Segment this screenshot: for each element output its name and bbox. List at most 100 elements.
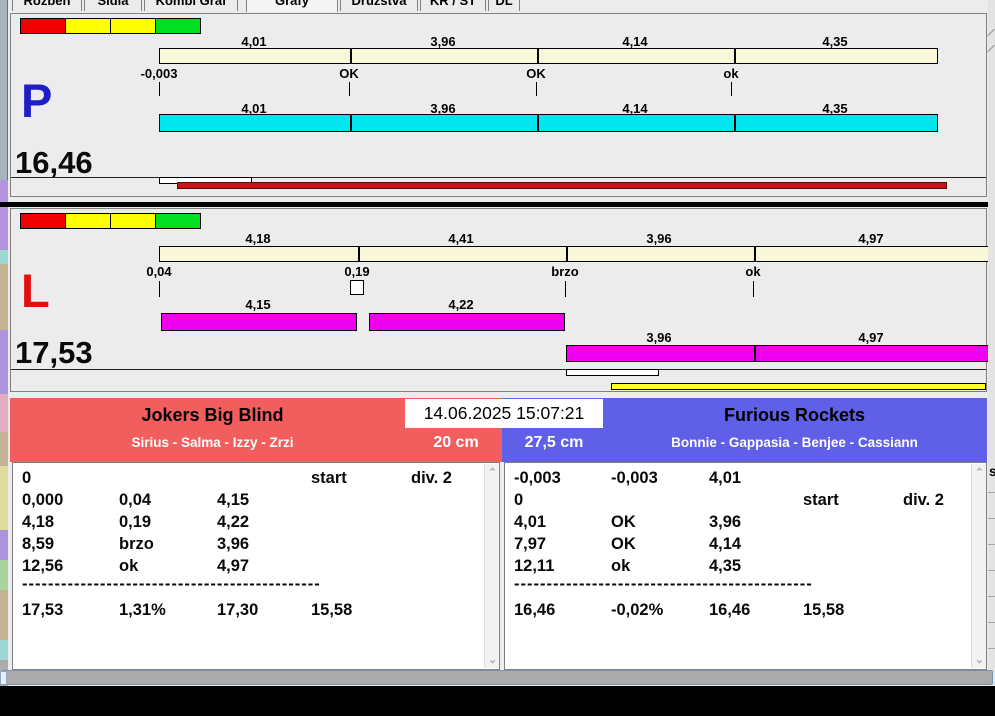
scroll-down-icon[interactable]: ⌄ — [485, 653, 499, 666]
light-green — [155, 18, 201, 34]
datetime-display: 14.06.2025 15:07:21 — [405, 399, 603, 428]
l-split-bar-3 — [566, 345, 989, 362]
scroll-up-icon[interactable]: ⌃ — [972, 466, 986, 479]
p-split-label: 4,35 — [822, 34, 848, 49]
cell: 8,59 — [22, 535, 55, 553]
l-mark-label: 0,04 — [146, 264, 172, 279]
lane-letter-p: P — [21, 74, 53, 127]
light-yellow2 — [110, 213, 156, 229]
cell: 17,53 — [22, 601, 64, 619]
cell: 0,000 — [22, 491, 64, 509]
team-left-header-text: Jokers Big Blind Sirius - Salma - Izzy -… — [10, 398, 415, 462]
bar-tick — [754, 246, 756, 262]
l-marker-bar — [566, 369, 659, 376]
baseline — [11, 177, 986, 178]
l-split-label: 4,18 — [245, 231, 271, 246]
cell: 4,15 — [217, 491, 250, 509]
edge-strip-segment — [0, 466, 8, 530]
team-right-members: Bonnie - Gappasia - Benjee - Cassiann — [671, 435, 918, 450]
p-split-label: 4,14 — [622, 34, 648, 49]
edge-line — [988, 622, 995, 623]
cell: OK — [611, 535, 636, 553]
tab-rozbeh[interactable]: Rozbeh — [12, 0, 82, 11]
cell: 0,19 — [119, 513, 152, 531]
tab-kr-st[interactable]: KR / ST — [420, 0, 486, 11]
lane-total-l: 17,53 — [15, 335, 93, 370]
lane-total-p: 16,46 — [15, 145, 93, 180]
edge-mark — [987, 44, 995, 53]
p-split-label: 4,01 — [241, 34, 267, 49]
cell: ok — [611, 557, 631, 575]
table-summary-row: 17,53 1,31% 17,30 15,58 — [13, 601, 499, 623]
edge-strip-segment — [0, 590, 8, 640]
mark-tickline — [159, 82, 160, 96]
edge-line — [988, 596, 995, 597]
tab-grafy[interactable]: Grafy — [246, 0, 338, 12]
team-right-name: Furious Rockets — [723, 405, 866, 425]
team-right-table[interactable]: -0,003 -0,003 4,01 0 start div. 2 4,01 O… — [504, 462, 987, 670]
tab-sidla[interactable]: Sidla — [84, 0, 142, 11]
mark-tickline — [753, 281, 754, 297]
team-left-scrollbar[interactable]: ⌃ ⌄ — [484, 464, 499, 668]
cell: 4,01 — [514, 513, 547, 531]
cell: 3,96 — [217, 535, 250, 553]
edge-strip-segment — [0, 530, 8, 560]
edge-cutoff-text: s — [989, 463, 995, 479]
cell: -0,02% — [611, 601, 664, 619]
p-mark-label: OK — [339, 66, 359, 81]
tab-druzstva[interactable]: Družstva — [340, 0, 418, 11]
bar-tick — [350, 114, 352, 132]
cell: brzo — [119, 535, 154, 553]
l-mark-label: 0,19 — [344, 264, 370, 279]
bar-tick — [537, 48, 539, 64]
light-yellow1 — [65, 18, 111, 34]
edge-line — [988, 492, 995, 493]
table-summary-row: 16,46 -0,02% 16,46 15,58 — [505, 601, 986, 623]
p-mark-label: ok — [723, 66, 739, 81]
scroll-up-icon[interactable]: ⌃ — [485, 466, 499, 479]
bar-tick — [734, 114, 736, 132]
table-row: 4,01 OK 3,96 — [505, 513, 986, 535]
l-split-label: 4,97 — [858, 231, 884, 246]
scroll-down-icon[interactable]: ⌄ — [972, 653, 986, 666]
team-right-header-text: Furious Rockets Bonnie - Gappasia - Benj… — [602, 398, 987, 462]
table-row: 4,18 0,19 4,22 — [13, 513, 499, 535]
p-lane-bar — [159, 48, 938, 64]
cell: 4,14 — [709, 535, 742, 553]
edge-line — [988, 518, 995, 519]
table-divider: ----------------------------------------… — [22, 575, 321, 593]
p-splits-bar — [159, 114, 938, 132]
tab-kombi-graf[interactable]: Kombi Graf — [144, 0, 238, 11]
bar-tick — [734, 48, 736, 64]
light-yellow2 — [110, 18, 156, 34]
status-bar — [2, 670, 993, 685]
cell: -0,003 — [514, 469, 561, 487]
l-split-label: 3,96 — [646, 231, 672, 246]
edge-strip-segment — [0, 264, 8, 330]
tab-dl[interactable]: DL — [488, 0, 520, 11]
cell: 7,97 — [514, 535, 547, 553]
l-run-label: 4,15 — [245, 297, 271, 312]
l-run-label: 3,96 — [646, 330, 672, 345]
left-edge-strip — [0, 0, 8, 716]
p-mark-label: OK — [526, 66, 546, 81]
edge-strip-segment — [0, 250, 8, 264]
start-lights — [20, 18, 201, 34]
flag-square — [350, 280, 364, 295]
p-progress-bar — [177, 182, 947, 189]
bar-tick — [358, 246, 360, 262]
team-left-height: 20 cm — [433, 434, 479, 451]
team-left-table[interactable]: 0 start div. 2 0,000 0,04 4,15 4,18 0,19… — [12, 462, 500, 670]
edge-line — [988, 648, 995, 649]
edge-strip-segment — [0, 640, 8, 660]
bar-tick — [350, 48, 352, 64]
team-right-scrollbar[interactable]: ⌃ ⌄ — [971, 464, 986, 668]
bottom-black-area — [0, 686, 995, 716]
bar-tick — [566, 246, 568, 262]
l-run-label: 4,22 — [448, 297, 474, 312]
lane-panel-p: 4,01 3,96 4,14 4,35 -0,003 OK OK ok 4,01… — [10, 13, 987, 197]
cell: 16,46 — [514, 601, 556, 619]
cell: 12,56 — [22, 557, 64, 575]
table-row: 0 start div. 2 — [13, 469, 499, 491]
cell: 16,46 — [709, 601, 751, 619]
